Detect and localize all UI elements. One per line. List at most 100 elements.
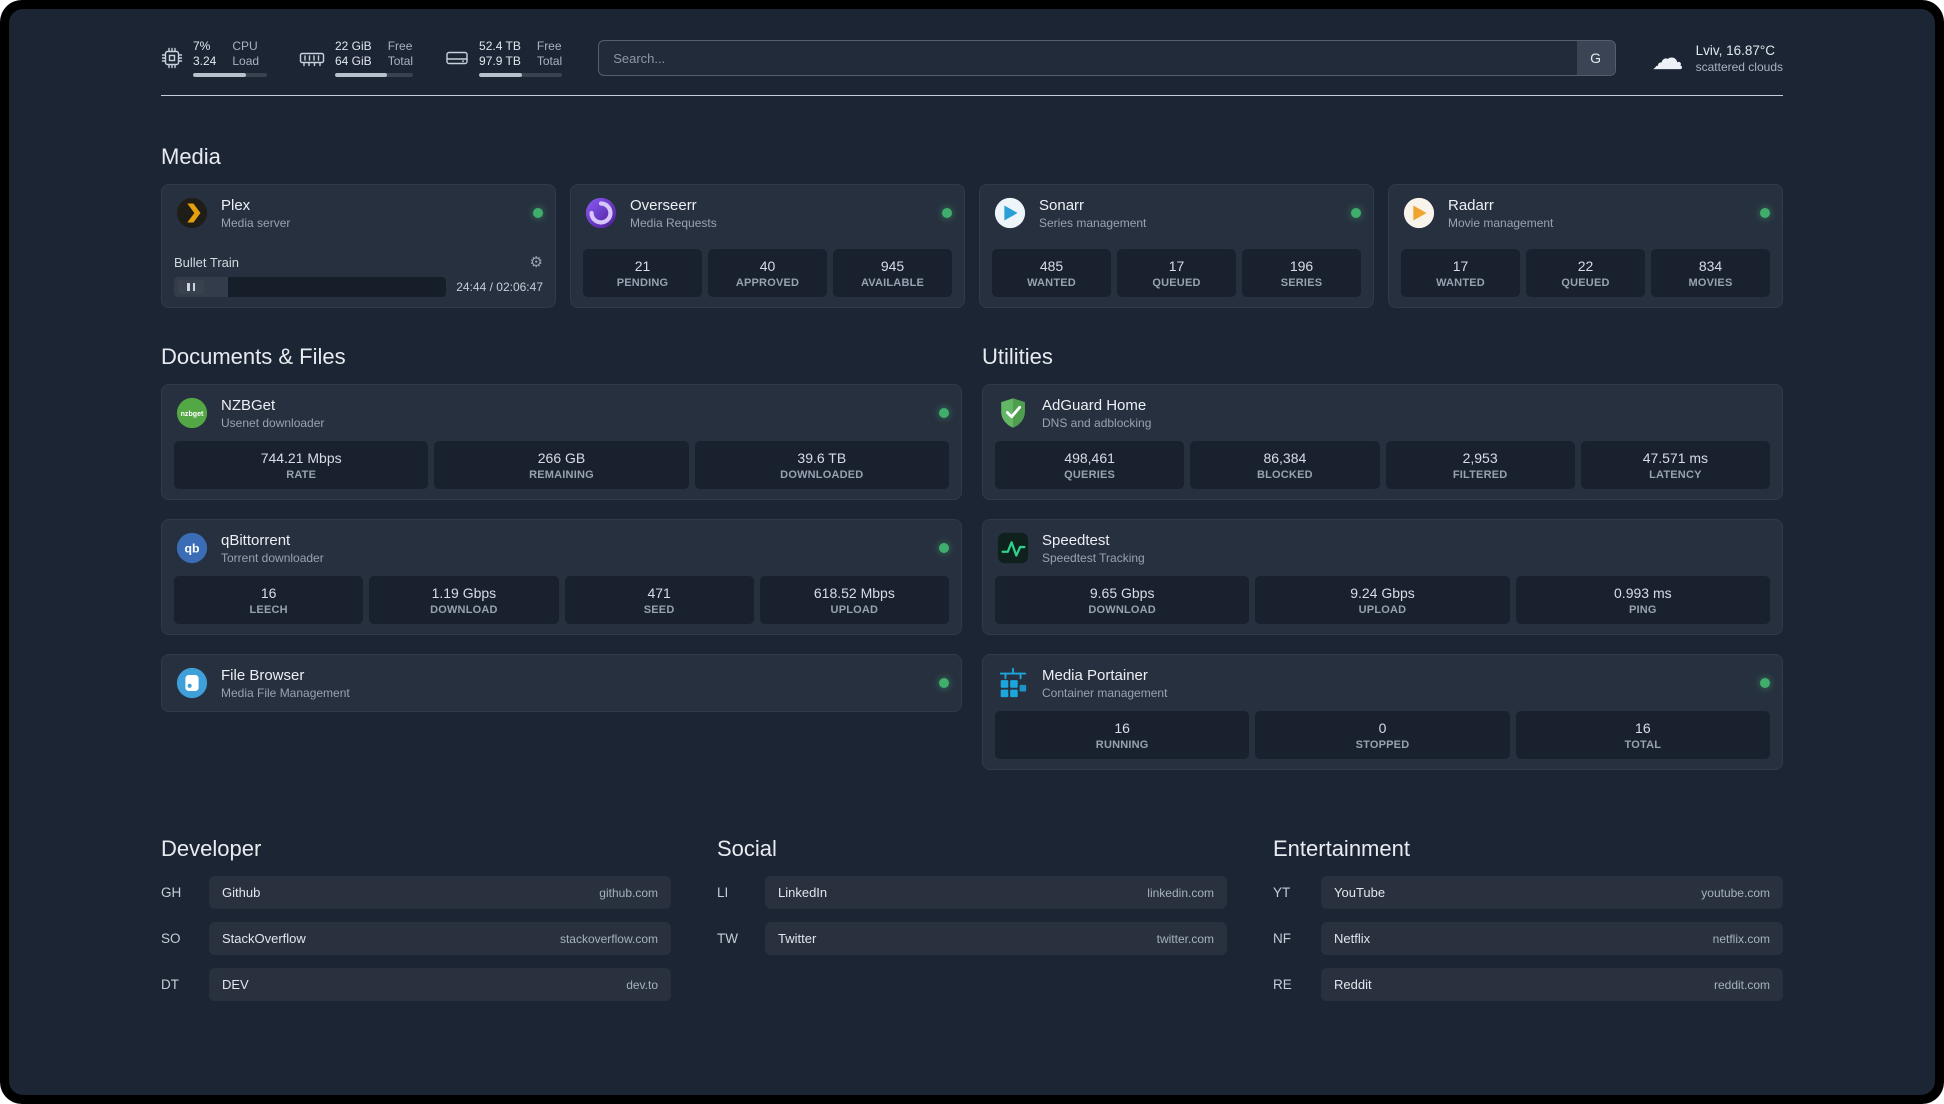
search-input[interactable] bbox=[598, 40, 1616, 76]
section-documents: Documents & Files nzbget NZBGet Usenet d… bbox=[161, 344, 962, 770]
bookmark-abbr: NF bbox=[1273, 931, 1291, 946]
stat-pending: 21 PENDING bbox=[583, 249, 702, 297]
bookmarks: Developer GH Github github.com SO StackO… bbox=[161, 836, 1783, 1014]
cpu-values: 7% 3.24 bbox=[193, 39, 217, 68]
status-dot bbox=[939, 678, 949, 688]
service-card-sonarr[interactable]: Sonarr Series management 485 WANTED 17 Q… bbox=[979, 184, 1374, 308]
memory-progress-bar bbox=[335, 73, 414, 77]
cpu-labels: CPU Load bbox=[232, 39, 260, 68]
plex-now-playing: Bullet Train ⚙ 24:44 / 02:06:47 bbox=[174, 253, 543, 297]
bookmark-linkedin[interactable]: LinkedIn linkedin.com bbox=[765, 876, 1227, 909]
stat-running: 16 RUNNING bbox=[995, 711, 1250, 759]
bookmark-group-social: Social LI LinkedIn linkedin.com TW Twitt… bbox=[717, 836, 1227, 1014]
radarr-icon bbox=[1401, 195, 1437, 231]
stat-seed: 471 SEED bbox=[564, 576, 754, 624]
stat-total: 16 TOTAL bbox=[1515, 711, 1770, 759]
track-title: Bullet Train bbox=[174, 254, 240, 270]
bookmark-row: YT YouTube youtube.com bbox=[1273, 876, 1783, 909]
bookmark-row: TW Twitter twitter.com bbox=[717, 922, 1227, 955]
cpu-icon bbox=[161, 47, 183, 69]
service-card-portainer[interactable]: Media Portainer Container management 16 … bbox=[982, 654, 1783, 770]
service-card-adguard[interactable]: AdGuard Home DNS and adblocking 498,461 … bbox=[982, 384, 1783, 500]
service-name: Radarr bbox=[1448, 196, 1494, 214]
stat-download: 9.65 Gbps DOWNLOAD bbox=[995, 576, 1250, 624]
weather-condition: scattered clouds bbox=[1695, 59, 1783, 74]
memory-values: 22 GiB 64 GiB bbox=[335, 39, 372, 68]
social-group-title: Social bbox=[717, 836, 777, 861]
memory-widget: 22 GiB 64 GiB Free Total bbox=[299, 39, 414, 77]
search-bar: G bbox=[598, 40, 1616, 76]
stat-queries: 498,461 QUERIES bbox=[995, 441, 1185, 489]
status-dot bbox=[1760, 208, 1770, 218]
stat-stopped: 0 STOPPED bbox=[1255, 711, 1510, 759]
service-card-filebrowser[interactable]: File Browser Media File Management bbox=[161, 654, 962, 712]
service-card-qbittorrent[interactable]: qb qBittorrent Torrent downloader 16 LEE… bbox=[161, 519, 962, 635]
cpu-progress-bar bbox=[193, 73, 267, 77]
service-name: Speedtest bbox=[1042, 531, 1110, 549]
disk-labels: Free Total bbox=[536, 39, 563, 68]
utilities-section-title: Utilities bbox=[982, 344, 1053, 369]
section-utilities: Utilities AdGuard Home DNS and adblockin… bbox=[982, 344, 1783, 770]
disk-progress-bar bbox=[479, 73, 563, 77]
section-media: Media Plex Media server Bullet Train ⚙ 2… bbox=[161, 144, 1783, 308]
nzbget-icon: nzbget bbox=[174, 395, 210, 431]
service-card-radarr[interactable]: Radarr Movie management 17 WANTED 22 QUE… bbox=[1388, 184, 1783, 308]
media-section-title: Media bbox=[161, 144, 221, 169]
developer-group-title: Developer bbox=[161, 836, 262, 861]
stat-wanted: 485 WANTED bbox=[992, 249, 1111, 297]
stat-downloaded: 39.6 TB DOWNLOADED bbox=[694, 441, 949, 489]
bookmark-stackoverflow[interactable]: StackOverflow stackoverflow.com bbox=[209, 922, 671, 955]
bookmark-abbr: RE bbox=[1273, 977, 1292, 992]
service-name: Media Portainer bbox=[1042, 666, 1148, 684]
search-provider-button[interactable]: G bbox=[1576, 41, 1615, 75]
resource-widgets: 7% 3.24 CPU Load 22 GiB 64 GiB Free Tota… bbox=[161, 39, 563, 77]
stat-upload: 618.52 Mbps UPLOAD bbox=[759, 576, 949, 624]
disk-widget: 52.4 TB 97.9 TB Free Total bbox=[445, 39, 563, 77]
stat-leech: 16 LEECH bbox=[174, 576, 364, 624]
weather-location: Lviv, 16.87°C bbox=[1695, 42, 1776, 58]
service-subtitle: Media File Management bbox=[221, 685, 350, 700]
stat-blocked: 86,384 BLOCKED bbox=[1190, 441, 1380, 489]
service-name: NZBGet bbox=[221, 396, 276, 414]
bookmark-group-developer: Developer GH Github github.com SO StackO… bbox=[161, 836, 671, 1014]
bookmark-row: LI LinkedIn linkedin.com bbox=[717, 876, 1227, 909]
bookmark-group-entertainment: Entertainment YT YouTube youtube.com NF … bbox=[1273, 836, 1783, 1014]
topbar: 7% 3.24 CPU Load 22 GiB 64 GiB Free Tota… bbox=[161, 39, 1783, 77]
status-dot bbox=[939, 408, 949, 418]
bookmark-row: GH Github github.com bbox=[161, 876, 671, 909]
service-card-overseerr[interactable]: Overseerr Media Requests 21 PENDING 40 A… bbox=[570, 184, 965, 308]
bookmark-reddit[interactable]: Reddit reddit.com bbox=[1321, 968, 1783, 1001]
topbar-divider bbox=[161, 95, 1783, 96]
bookmark-github[interactable]: Github github.com bbox=[209, 876, 671, 909]
gear-icon[interactable]: ⚙ bbox=[530, 253, 543, 271]
service-card-nzbget[interactable]: nzbget NZBGet Usenet downloader 744.21 M… bbox=[161, 384, 962, 500]
service-card-speedtest[interactable]: Speedtest Speedtest Tracking 9.65 Gbps D… bbox=[982, 519, 1783, 635]
bookmark-abbr: LI bbox=[717, 885, 729, 900]
bookmark-netflix[interactable]: Netflix netflix.com bbox=[1321, 922, 1783, 955]
status-dot bbox=[942, 208, 952, 218]
bookmark-abbr: TW bbox=[717, 931, 738, 946]
service-subtitle: Series management bbox=[1039, 215, 1147, 230]
service-subtitle: Usenet downloader bbox=[221, 415, 325, 430]
bookmark-abbr: GH bbox=[161, 885, 182, 900]
service-card-plex[interactable]: Plex Media server Bullet Train ⚙ 24:44 /… bbox=[161, 184, 556, 308]
bookmark-twitter[interactable]: Twitter twitter.com bbox=[765, 922, 1227, 955]
service-name: AdGuard Home bbox=[1042, 396, 1147, 414]
bookmark-dev[interactable]: DEV dev.to bbox=[209, 968, 671, 1001]
bookmark-youtube[interactable]: YouTube youtube.com bbox=[1321, 876, 1783, 909]
stat-latency: 47.571 ms LATENCY bbox=[1580, 441, 1770, 489]
service-subtitle: Media Requests bbox=[630, 215, 717, 230]
stat-wanted: 17 WANTED bbox=[1401, 249, 1520, 297]
stat-remaining: 266 GB REMAINING bbox=[434, 441, 689, 489]
adguard-icon bbox=[995, 395, 1031, 431]
pause-button[interactable] bbox=[178, 280, 204, 294]
bookmark-abbr: SO bbox=[161, 931, 181, 946]
playback-progress-bar bbox=[174, 277, 447, 297]
memory-icon bbox=[299, 47, 325, 69]
plex-icon bbox=[174, 195, 210, 231]
stat-queued: 17 QUEUED bbox=[1117, 249, 1236, 297]
portainer-icon bbox=[995, 665, 1031, 701]
window-frame: 7% 3.24 CPU Load 22 GiB 64 GiB Free Tota… bbox=[0, 0, 1944, 1104]
speedtest-icon bbox=[995, 530, 1031, 566]
service-name: File Browser bbox=[221, 666, 305, 684]
